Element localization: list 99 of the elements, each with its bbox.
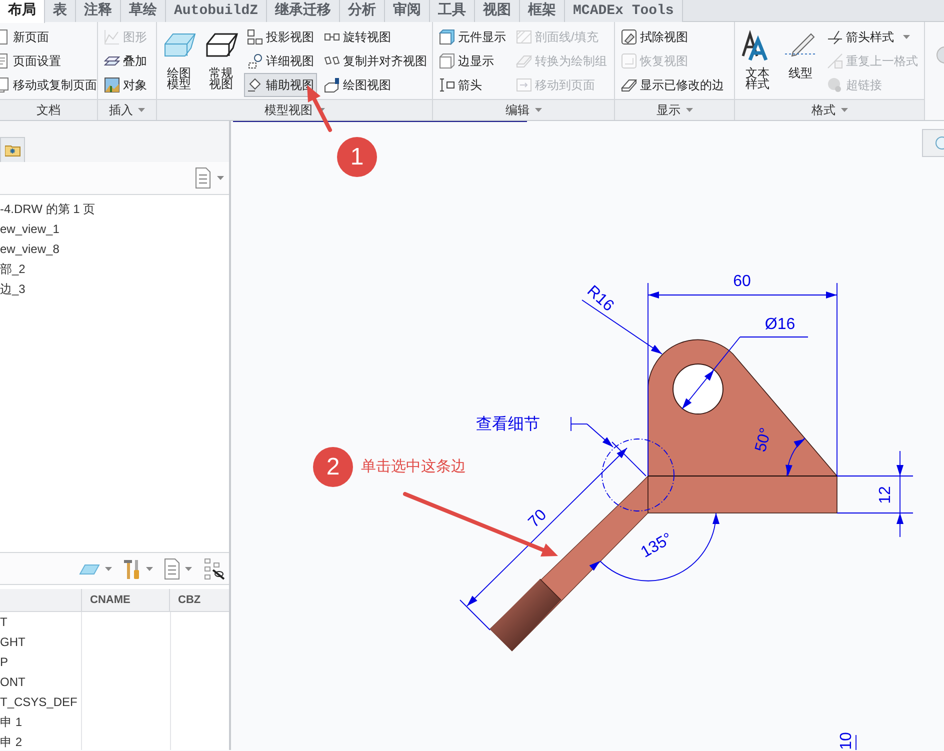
ribbon-tab[interactable]: 草绘 xyxy=(121,0,166,22)
ribbon-button[interactable]: 元件显示 xyxy=(436,25,509,49)
part-drawing[interactable] xyxy=(490,339,838,652)
hyperlink-icon xyxy=(827,77,843,93)
step-number: 1 xyxy=(350,143,364,170)
table-cell-text: 申 2 xyxy=(0,734,24,751)
hatch-icon xyxy=(516,29,532,45)
eraser-icon xyxy=(516,53,532,69)
ribbon-button[interactable]: 移动或复制页面 xyxy=(0,73,97,97)
tree-item[interactable]: ew_view_8 xyxy=(0,239,96,259)
ribbon-button[interactable]: 箭头样式 xyxy=(824,25,921,49)
dimension-text: 12 xyxy=(877,486,894,504)
ribbon-button[interactable]: 箭头 xyxy=(436,73,509,97)
ribbon-button[interactable]: 复制并对齐视图 xyxy=(321,49,430,73)
edge-display-icon xyxy=(439,53,455,69)
leader-line xyxy=(570,416,614,448)
ribbon-tab[interactable]: 布局 xyxy=(0,0,45,23)
dimension-text: 60 xyxy=(733,273,751,290)
caret-icon xyxy=(534,108,542,112)
ribbon-button[interactable]: 拭除视图 xyxy=(618,25,727,49)
list-view-icon xyxy=(164,558,180,580)
restore-view-icon xyxy=(621,53,637,69)
ribbon-tab[interactable]: 视图 xyxy=(475,0,520,22)
ribbon-button[interactable]: 绘图视图 xyxy=(321,73,430,97)
dimension-text: 135° xyxy=(638,530,676,562)
ribbon-button[interactable]: 详细视图 xyxy=(244,49,317,73)
table-cell-text: P xyxy=(0,654,10,671)
dimension-text: R16 xyxy=(584,282,617,315)
table-cell-text: T_CSYS_DEF xyxy=(0,694,78,711)
caret-icon xyxy=(840,108,848,112)
caret-icon xyxy=(105,566,112,570)
ribbon-button[interactable]: 边显示 xyxy=(436,49,509,73)
table-cell-text: T xyxy=(0,614,8,631)
step-marker xyxy=(337,137,377,177)
ribbon-tab[interactable]: 框架 xyxy=(520,0,566,22)
table-cell-text: 申 1 xyxy=(0,714,24,731)
modified-edge-icon xyxy=(621,77,637,93)
auxiliary-view-icon xyxy=(247,77,263,93)
step-number: 2 xyxy=(326,453,340,480)
detail-view-icon xyxy=(247,53,263,69)
ribbon-button[interactable]: 叠加 xyxy=(101,49,150,73)
drawing-view-icon xyxy=(324,77,340,93)
group-label: 文档 xyxy=(36,102,60,120)
ribbon-button[interactable]: 新页面 xyxy=(0,25,97,49)
move-to-page-icon xyxy=(516,77,532,93)
dimension-text: 10 xyxy=(838,732,856,750)
picture-icon xyxy=(104,77,120,93)
ribbon-tab[interactable]: 审阅 xyxy=(385,0,430,22)
table-cell-text: GHT xyxy=(0,634,26,651)
caret-icon xyxy=(146,566,153,570)
repeat-format-icon xyxy=(827,53,843,69)
caret-icon xyxy=(686,108,692,112)
erase-view-icon xyxy=(621,29,637,45)
ribbon-button[interactable]: 线型 xyxy=(781,25,820,97)
arrow-icon xyxy=(439,77,455,93)
arrow-style-icon xyxy=(827,29,843,45)
tree-item[interactable]: 部_2 xyxy=(0,259,96,279)
ribbon-button[interactable]: 页面设置 xyxy=(0,49,97,73)
table-cell-text: ONT xyxy=(0,674,26,691)
step-marker xyxy=(313,447,353,487)
projection-icon xyxy=(247,29,263,45)
callout-text: 单击选中这条边 xyxy=(361,458,466,475)
ribbon-button[interactable]: 投影视图 xyxy=(244,25,317,49)
dimension-text: Ø16 xyxy=(764,316,796,334)
tree-hide-icon xyxy=(203,558,225,580)
graph-icon xyxy=(104,29,120,45)
group-menu-button[interactable]: 编辑 xyxy=(506,101,542,120)
ribbon-button[interactable]: 常规视图 xyxy=(202,25,240,97)
ribbon-tab[interactable]: 表 xyxy=(45,0,76,22)
tools-icon xyxy=(123,558,141,580)
column-header[interactable]: CBZ xyxy=(170,589,229,611)
tree-item[interactable]: -4.DRW 的第 1 页 xyxy=(0,199,96,219)
ribbon-button[interactable]: 旋转视图 xyxy=(321,25,430,49)
column-header[interactable]: CNAME xyxy=(82,589,170,611)
detail-circle[interactable] xyxy=(602,438,674,512)
caret-icon xyxy=(185,566,192,570)
ribbon-tab[interactable]: AutobuildZ xyxy=(166,0,268,22)
detail-label: 查看细节 xyxy=(476,416,540,434)
ribbon-tab[interactable]: 继承迁移 xyxy=(267,0,340,22)
caret-icon xyxy=(217,176,224,180)
dimension-text: 70 xyxy=(526,506,550,532)
folder-tab[interactable] xyxy=(0,137,25,163)
ribbon-button[interactable]: 显示已修改的边 xyxy=(618,73,727,97)
group-menu-button[interactable]: 格式 xyxy=(812,101,848,120)
ribbon-tab[interactable]: 工具 xyxy=(430,0,476,22)
tree-item[interactable]: ew_view_1 xyxy=(0,219,96,239)
ribbon-tab[interactable]: 分析 xyxy=(340,0,386,22)
tree-item[interactable]: 边_3 xyxy=(0,279,96,299)
component-display-icon xyxy=(439,29,455,45)
ribbon-button[interactable]: 绘图模型 xyxy=(160,25,198,97)
ribbon-tab[interactable]: MCADEx Tools xyxy=(565,0,683,22)
dimension-text: 50° xyxy=(752,426,776,454)
ribbon-button[interactable]: 文本样式 xyxy=(738,25,777,97)
list-view-icon xyxy=(195,167,211,189)
caret-icon xyxy=(138,108,145,112)
folder-icon xyxy=(4,144,20,157)
ribbon-tab[interactable]: 注释 xyxy=(76,0,121,22)
caret-icon xyxy=(903,35,910,39)
ribbon-button[interactable]: 对象 xyxy=(101,73,150,97)
